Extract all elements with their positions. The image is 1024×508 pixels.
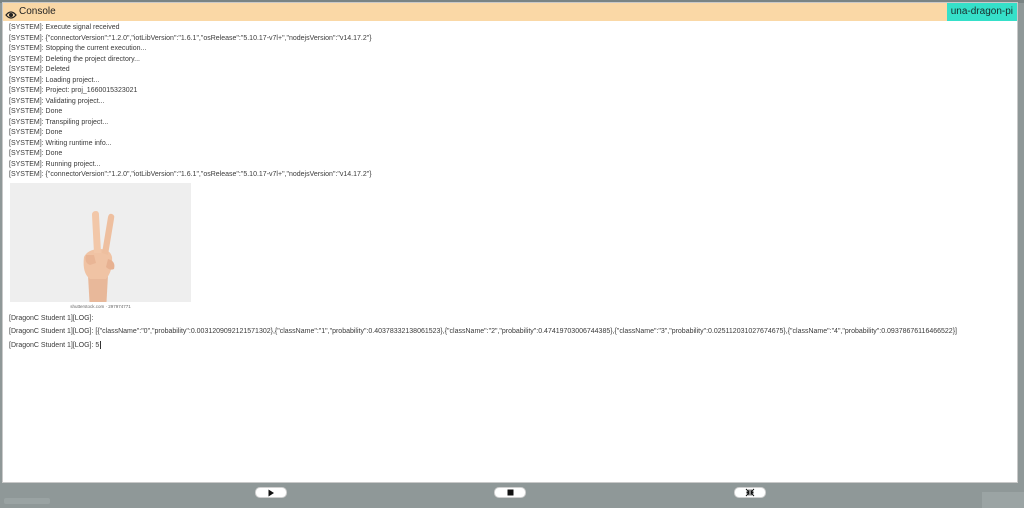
console-title: Console xyxy=(19,6,56,17)
log-line: [SYSTEM]: {"connectorVersion":"1.2.0","i… xyxy=(9,171,372,178)
device-badge[interactable]: una-dragon-pi xyxy=(946,3,1017,21)
hand-peace-sign-image xyxy=(10,182,191,311)
log-line: [SYSTEM]: Transpiling project... xyxy=(9,118,109,126)
collapse-icon xyxy=(745,488,755,497)
log-line: [SYSTEM]: Deleted xyxy=(9,66,70,73)
log-line: [SYSTEM]: Execute signal received xyxy=(9,24,120,31)
stop-button[interactable] xyxy=(494,487,526,498)
eye-icon[interactable] xyxy=(5,7,17,19)
log-line: [SYSTEM]: Running project... xyxy=(9,160,101,168)
console-panel: Console una-dragon-pi [SYSTEM]: Execute … xyxy=(2,2,1018,483)
log-line: [SYSTEM]: Validating project... xyxy=(9,97,105,105)
log-line: [SYSTEM]: Done xyxy=(9,150,63,157)
image-watermark: shutterstock.com · 297974771 xyxy=(10,301,191,311)
log-line: [SYSTEM]: Deleting the project directory… xyxy=(9,55,140,63)
text-cursor xyxy=(100,341,102,350)
log-line: [DragonC Student 1][LOG]: [{"className":… xyxy=(9,328,957,336)
log-line: [DragonC Student 1][LOG]: xyxy=(9,314,94,322)
log-line: [SYSTEM]: Done xyxy=(9,129,63,136)
log-line-last: [DragonC Student 1][LOG]: 5 xyxy=(9,341,1009,352)
captured-image: shutterstock.com · 297974771 xyxy=(10,182,191,311)
log-line: [SYSTEM]: Writing runtime info... xyxy=(9,139,112,147)
background-button xyxy=(982,492,1024,508)
log-line: [SYSTEM]: Done xyxy=(9,108,63,115)
background-bar xyxy=(4,498,50,504)
control-bar xyxy=(0,483,1024,508)
log-line: [SYSTEM]: Stopping the current execution… xyxy=(9,45,147,52)
log-area: [SYSTEM]: Execute signal received [SYSTE… xyxy=(9,23,1009,352)
stop-icon xyxy=(507,489,513,496)
log-line-text: [DragonC Student 1][LOG]: 5 xyxy=(9,342,100,350)
log-line: [SYSTEM]: Project: proj_1660015323021 xyxy=(9,87,138,94)
play-button[interactable] xyxy=(255,487,287,498)
collapse-button[interactable] xyxy=(734,487,766,498)
log-line: [SYSTEM]: Loading project... xyxy=(9,76,100,84)
log-line: [SYSTEM]: {"connectorVersion":"1.2.0","i… xyxy=(9,34,372,42)
play-icon xyxy=(268,489,274,496)
console-header: Console una-dragon-pi xyxy=(3,3,1017,21)
